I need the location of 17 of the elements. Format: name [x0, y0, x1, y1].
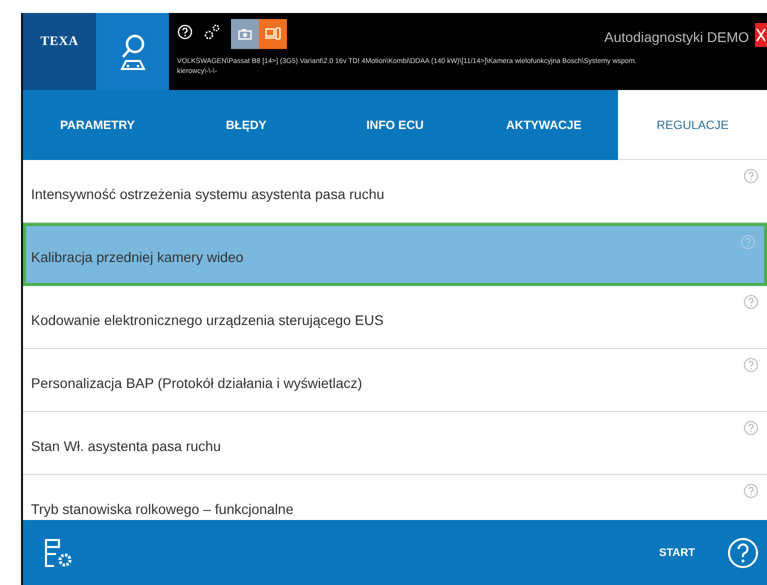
close-button[interactable] — [755, 23, 767, 47]
list-item[interactable]: Kalibracja przedniej kamery wideo — [23, 223, 767, 286]
close-icon — [755, 28, 767, 42]
device-button[interactable] — [259, 19, 287, 49]
tab[interactable]: REGULACJE — [618, 90, 767, 160]
camera-icon — [238, 28, 252, 40]
texa-logo: TEXA — [23, 13, 96, 90]
app-title: Autodiagnostyki DEMO — [604, 29, 749, 45]
tab[interactable]: BŁĘDY — [172, 90, 321, 160]
camera-button[interactable] — [231, 19, 259, 49]
start-button[interactable]: START — [653, 540, 701, 564]
tab[interactable]: AKTYWACJE — [469, 90, 618, 160]
tab[interactable]: INFO ECU — [320, 90, 470, 160]
laptop-device-icon — [265, 27, 281, 41]
tab[interactable]: PARAMETRY — [23, 90, 172, 160]
gears-icon[interactable] — [203, 23, 221, 41]
search-button[interactable] — [96, 13, 169, 90]
